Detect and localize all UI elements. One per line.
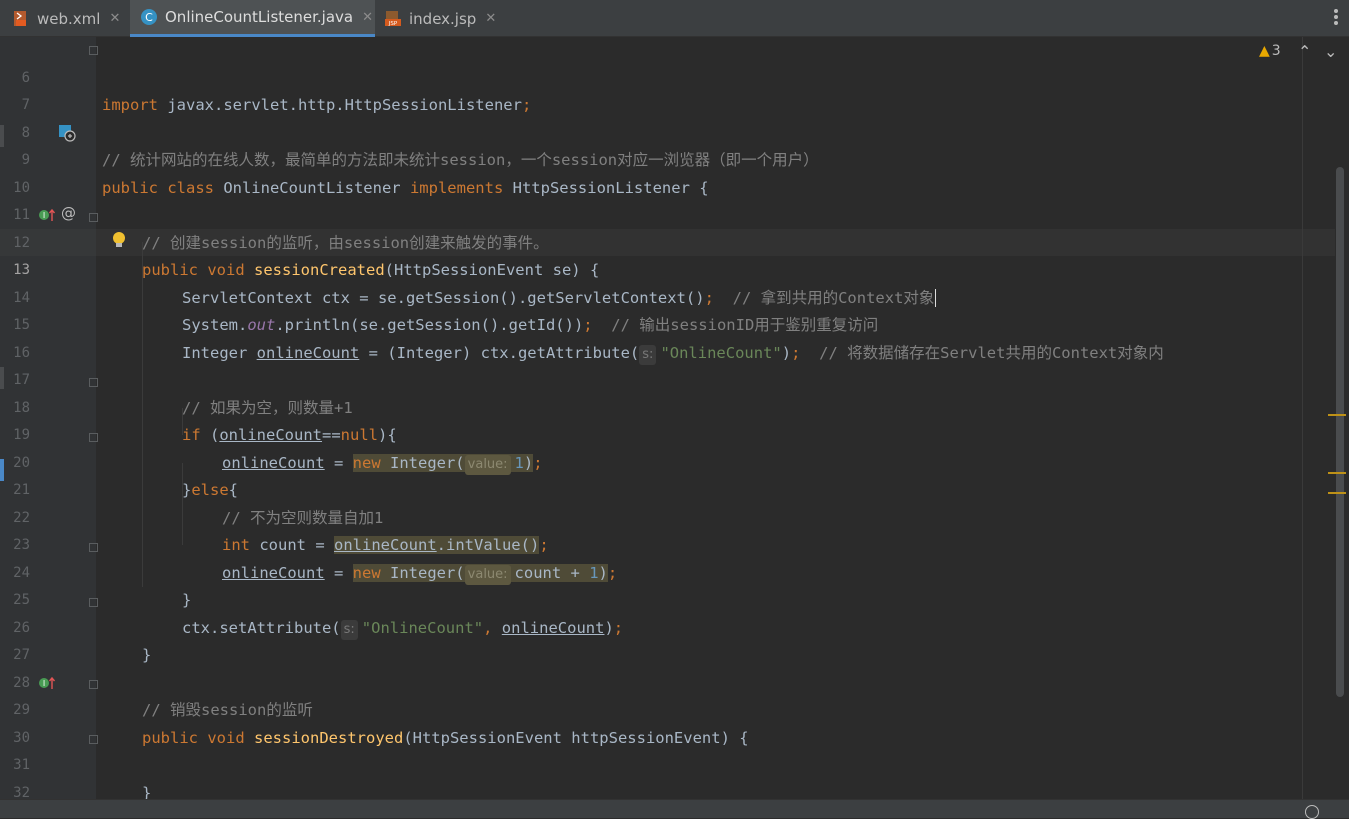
code-line: 15 Integer onlineCount = (Integer) ctx.g…	[0, 285, 1320, 365]
implements-method-icon[interactable]: I	[38, 207, 56, 223]
fold-icon[interactable]	[89, 433, 98, 442]
warning-stripe-marker[interactable]	[1328, 472, 1346, 474]
tab-index-jsp[interactable]: JSP index.jsp ✕	[384, 0, 496, 37]
status-indicator-icon[interactable]	[1305, 805, 1319, 819]
code-line: 19 onlineCount = new Integer(value: 1);	[0, 395, 1320, 475]
code-line: 11 // 创建session的监听，由session创建来触发的事件。	[0, 175, 1320, 252]
fold-icon[interactable]	[89, 543, 98, 552]
code-line: 12 public void sessionCreated(HttpSessio…	[0, 202, 1320, 280]
code-line: 30	[0, 697, 1320, 746]
code-line: 10	[0, 147, 1320, 196]
jsp-file-icon: JSP	[385, 10, 401, 27]
status-bar	[0, 799, 1349, 819]
code-line: 20 }else{	[0, 422, 1320, 500]
warning-stripe-marker[interactable]	[1328, 492, 1346, 494]
scrollbar-thumb[interactable]	[1336, 167, 1344, 697]
code-line: 7	[0, 65, 1320, 113]
code-line: 21 // 不为空则数量自加1	[0, 450, 1320, 527]
tab-label: web.xml	[37, 9, 101, 28]
code-line: 23 onlineCount = new Integer(value: count…	[0, 505, 1320, 585]
implements-method-icon[interactable]: I	[38, 675, 56, 691]
close-icon[interactable]: ✕	[362, 10, 373, 25]
code-line: 8 // 统计网站的在线人数，最简单的方法即未统计session，一个sessi…	[0, 92, 1320, 170]
override-annotation-icon[interactable]: @	[61, 204, 76, 222]
fold-icon[interactable]	[89, 735, 98, 744]
svg-text:I: I	[43, 679, 45, 688]
close-icon[interactable]: ✕	[485, 11, 496, 26]
warning-icon: ▲	[1259, 43, 1270, 59]
tab-label: OnlineCountListener.java	[165, 8, 354, 26]
code-line: 24 }	[0, 532, 1320, 610]
code-line: 17 // 如果为空，则数量+1	[0, 340, 1320, 417]
code-line: 33	[0, 780, 1320, 800]
code-line: 18 if (onlineCount==null){	[0, 367, 1320, 445]
code-line: 9 public class OnlineCountListener imple…	[0, 120, 1320, 197]
code-line: 6 import javax.servlet.http.HttpSessionL…	[0, 37, 1320, 115]
fold-icon[interactable]	[89, 213, 98, 222]
fold-icon[interactable]	[89, 598, 98, 607]
lightbulb-icon[interactable]	[111, 230, 127, 250]
tab-online-count-listener[interactable]: C OnlineCountListener.java ✕	[130, 0, 375, 37]
code-line: 28 // 销毁session的监听	[0, 642, 1320, 720]
code-line-current: 13 ServletContext ctx = se.getSession().…	[0, 230, 1320, 307]
code-editor[interactable]: 6 import javax.servlet.http.HttpSessionL…	[0, 37, 1349, 799]
fold-icon[interactable]	[89, 46, 98, 55]
code-line: 14 System.out.println(se.getSession().ge…	[0, 257, 1320, 335]
code-line: 26 }	[0, 587, 1320, 665]
implemented-interface-icon[interactable]	[58, 124, 76, 142]
code-line: 32 }	[0, 752, 1320, 800]
more-options-icon[interactable]	[1331, 9, 1341, 29]
warning-stripe-marker[interactable]	[1328, 414, 1346, 416]
svg-text:I: I	[43, 211, 45, 220]
tab-web-xml[interactable]: web.xml ✕	[12, 0, 129, 37]
java-class-icon: C	[141, 9, 157, 25]
tab-label: index.jsp	[409, 9, 477, 28]
code-line: 25 ctx.setAttribute(s: "OnlineCount", onl…	[0, 560, 1320, 640]
code-line: 29 public void sessionDestroyed(HttpSess…	[0, 670, 1320, 747]
svg-text:C: C	[145, 11, 153, 24]
inspection-widget[interactable]: ▲ 3	[1259, 43, 1281, 59]
chevron-up-icon[interactable]: ⌃	[1298, 42, 1311, 61]
fold-icon[interactable]	[89, 378, 98, 387]
code-line: 27	[0, 615, 1320, 663]
xml-file-icon	[14, 10, 26, 26]
svg-text:JSP: JSP	[388, 21, 398, 27]
fold-icon[interactable]	[89, 680, 98, 689]
code-line: 31 }	[0, 725, 1320, 799]
code-line: 16	[0, 312, 1320, 361]
close-icon[interactable]: ✕	[109, 11, 120, 26]
code-line: 22 int count = onlineCount.intValue();	[0, 477, 1320, 554]
warning-count: 3	[1271, 43, 1281, 59]
editor-tab-bar: web.xml ✕ C OnlineCountListener.java ✕ J…	[0, 0, 1349, 37]
